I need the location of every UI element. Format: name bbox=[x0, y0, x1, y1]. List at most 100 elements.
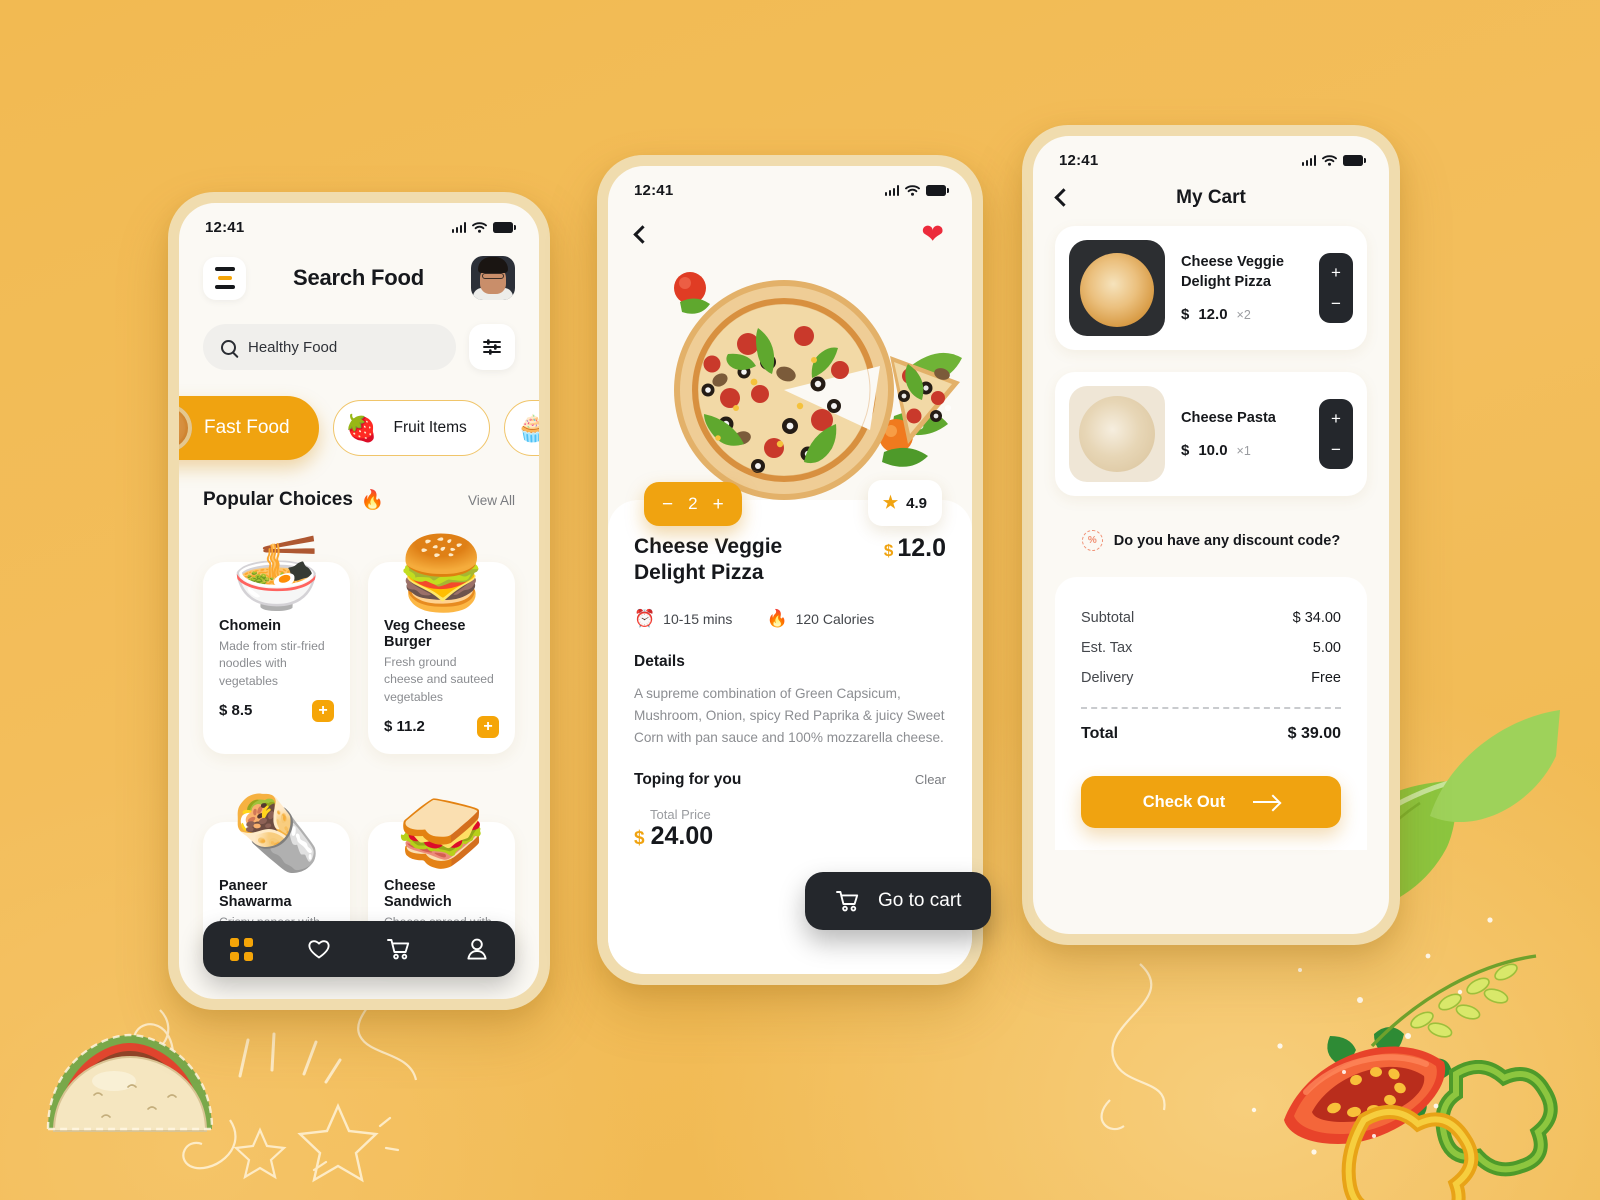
star-icon: ★ bbox=[882, 493, 899, 512]
cart-item-row[interactable]: Cheese Veggie Delight Pizza $ 12.0 ×2 + … bbox=[1055, 226, 1367, 350]
signal-icon bbox=[884, 185, 899, 196]
prep-time: ⏰ 10-15 mins bbox=[634, 609, 732, 629]
add-to-cart-button[interactable]: + bbox=[312, 699, 334, 722]
food-image-sandwich: 🥪 bbox=[396, 793, 487, 874]
summary-row-tax: Est. Tax 5.00 bbox=[1081, 633, 1341, 663]
checkout-button[interactable]: Check Out bbox=[1081, 776, 1341, 828]
cart-item-stepper[interactable]: + − bbox=[1319, 399, 1353, 469]
search-food-screen: 12:41 Search Food Healthy Food Fast Food… bbox=[179, 203, 539, 999]
quantity-value: 2 bbox=[688, 494, 698, 513]
total-label: Total bbox=[1081, 725, 1119, 742]
quantity-stepper[interactable]: − 2 + bbox=[644, 482, 742, 526]
pizza-icon bbox=[179, 404, 192, 452]
section-title-text: Popular Choices bbox=[203, 489, 353, 510]
go-to-cart-label: Go to cart bbox=[878, 890, 962, 911]
detail-topbar: ❤ bbox=[608, 199, 972, 248]
food-image-chomein: 🍜 bbox=[231, 534, 322, 614]
curl-doodle-right bbox=[1100, 963, 1166, 1131]
signal-icon bbox=[451, 222, 466, 233]
summary-divider bbox=[1081, 707, 1341, 709]
price-amount: 12.0 bbox=[897, 534, 946, 562]
food-price: $ 11.2 bbox=[384, 718, 425, 736]
increase-quantity-button[interactable]: + bbox=[1331, 264, 1341, 281]
status-icons bbox=[451, 222, 516, 233]
total-price-block: Total Price $ 24.00 bbox=[634, 807, 946, 851]
details-heading: Details bbox=[634, 652, 685, 670]
discount-code-link[interactable]: % Do you have any discount code? bbox=[1033, 530, 1389, 551]
food-name: Paneer Shawarma bbox=[219, 877, 292, 910]
leaf-illustration-small bbox=[1414, 700, 1564, 850]
cart-item-info: Cheese Pasta $ 10.0 ×1 bbox=[1181, 409, 1303, 459]
cart-item-stepper[interactable]: + − bbox=[1319, 253, 1353, 323]
order-summary: Subtotal $ 34.00 Est. Tax 5.00 Delivery … bbox=[1055, 577, 1367, 850]
cupcake-icon: 🧁 bbox=[516, 413, 539, 443]
food-detail-screen: 12:41 ❤ − 2 + ★ 4.9 Cheese Veggie Deligh… bbox=[608, 166, 972, 974]
cart-icon[interactable] bbox=[386, 937, 412, 961]
rating-value: 4.9 bbox=[906, 494, 927, 512]
alarm-clock-icon: ⏰ bbox=[634, 608, 656, 628]
view-all-link[interactable]: View All bbox=[468, 493, 515, 508]
section-title: Popular Choices 🔥 bbox=[203, 488, 385, 512]
filter-button[interactable] bbox=[469, 324, 515, 370]
add-to-cart-button[interactable]: + bbox=[477, 715, 499, 738]
cart-item-price: 10.0 bbox=[1198, 442, 1228, 460]
heart-icon[interactable] bbox=[307, 938, 331, 960]
topping-row: Toping for you Clear bbox=[634, 771, 946, 789]
food-card[interactable]: 🍜 Chomein Made from stir-fried noodles w… bbox=[203, 538, 350, 754]
hamburger-menu-icon[interactable] bbox=[203, 256, 246, 300]
category-chip-dessert[interactable]: 🧁 Dessert bbox=[503, 400, 539, 456]
pizza-hero-illustration bbox=[674, 272, 962, 500]
phone-my-cart: 12:41 My Cart Cheese Veggie Delight Pizz… bbox=[1022, 125, 1400, 945]
heart-filled-icon[interactable]: ❤ bbox=[921, 221, 944, 248]
go-to-cart-button[interactable]: Go to cart bbox=[805, 872, 992, 930]
food-card-footer: $ 8.5 + bbox=[219, 699, 334, 722]
summary-label: Subtotal bbox=[1081, 610, 1135, 626]
increase-quantity-button[interactable]: + bbox=[1331, 410, 1341, 427]
food-name: Cheese Sandwich bbox=[384, 877, 452, 910]
avatar[interactable] bbox=[470, 256, 515, 300]
summary-row-subtotal: Subtotal $ 34.00 bbox=[1081, 603, 1341, 633]
food-image-shawarma: 🌯 bbox=[231, 793, 322, 874]
category-label: Fruit Items bbox=[393, 419, 467, 436]
quantity-minus-button[interactable]: − bbox=[662, 495, 673, 514]
wifi-icon bbox=[472, 222, 487, 233]
percent-badge-icon: % bbox=[1081, 530, 1103, 551]
fire-icon: 🔥 bbox=[360, 490, 385, 511]
cart-item-currency: $ bbox=[1181, 442, 1190, 460]
summary-value: $ 34.00 bbox=[1292, 610, 1341, 626]
status-bar-mid: 12:41 bbox=[608, 166, 972, 199]
cart-item-row[interactable]: Cheese Pasta $ 10.0 ×1 + − bbox=[1055, 372, 1367, 496]
filter-icon bbox=[483, 339, 501, 355]
status-bar-left: 12:41 bbox=[179, 203, 539, 236]
status-time: 12:41 bbox=[205, 219, 245, 236]
clear-button[interactable]: Clear bbox=[915, 772, 946, 787]
cart-item-info: Cheese Veggie Delight Pizza $ 12.0 ×2 bbox=[1181, 253, 1303, 323]
detail-title-row: Cheese Veggie Delight Pizza $ 12.0 bbox=[634, 534, 946, 587]
food-name: Veg Cheese Burger bbox=[384, 618, 466, 650]
phone-search-food: 12:41 Search Food Healthy Food Fast Food… bbox=[168, 192, 550, 1010]
person-icon[interactable] bbox=[466, 937, 488, 961]
quantity-plus-button[interactable]: + bbox=[713, 495, 724, 514]
cart-item-price-row: $ 10.0 ×1 bbox=[1181, 442, 1303, 459]
food-description: Made from stir-fried noodles with vegeta… bbox=[219, 639, 325, 688]
total-value: $ 39.00 bbox=[1287, 725, 1341, 742]
category-chip-fast-food[interactable]: Fast Food bbox=[179, 396, 319, 460]
food-card[interactable]: 🍔 Veg Cheese Burger Fresh ground cheese … bbox=[368, 538, 515, 754]
food-name: Chomein bbox=[219, 618, 282, 634]
battery-icon bbox=[926, 185, 949, 196]
signal-icon bbox=[1301, 155, 1316, 166]
decrease-quantity-button[interactable]: − bbox=[1331, 295, 1341, 312]
strawberry-icon: 🍓 bbox=[345, 413, 378, 443]
detail-meta-row: ⏰ 10-15 mins 🔥 120 Calories bbox=[634, 609, 946, 629]
category-chip-fruit-items[interactable]: 🍓 Fruit Items bbox=[332, 400, 490, 456]
food-image-burger: 🍔 bbox=[396, 534, 487, 614]
grid-icon[interactable] bbox=[230, 937, 254, 961]
cart-item-thumbnail-pizza bbox=[1069, 240, 1165, 336]
decrease-quantity-button[interactable]: − bbox=[1331, 441, 1341, 458]
summary-label: Est. Tax bbox=[1081, 640, 1133, 656]
food-card-footer: $ 11.2 + bbox=[384, 715, 499, 738]
search-input[interactable]: Healthy Food bbox=[203, 324, 456, 370]
chevron-left-icon[interactable] bbox=[633, 225, 652, 244]
cart-item-price: 12.0 bbox=[1198, 305, 1228, 323]
wifi-icon bbox=[1322, 155, 1337, 166]
